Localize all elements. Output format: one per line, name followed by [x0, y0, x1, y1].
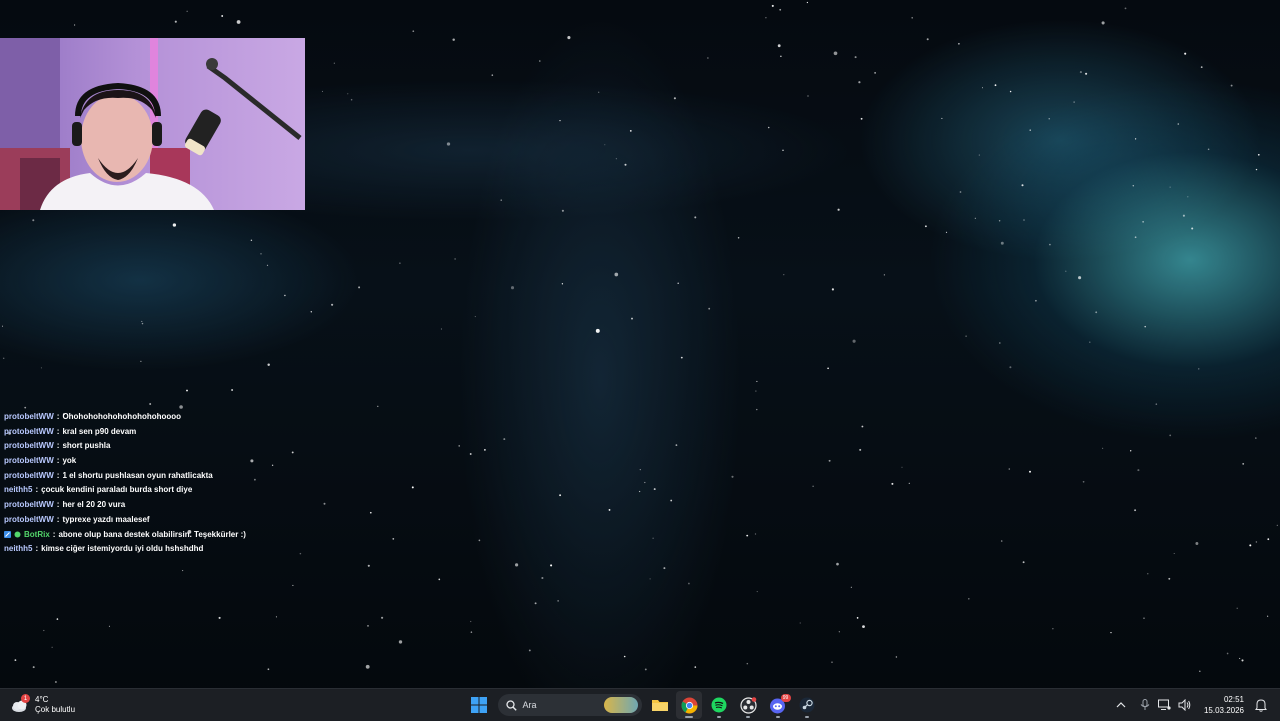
chat-message: neithh5 : çocuk kendini paraladı burda s… — [4, 483, 424, 498]
chat-separator: : — [35, 485, 39, 495]
system-tray: 02:51 15.03.2026 — [1110, 693, 1270, 717]
taskbar-search[interactable]: Ara — [497, 694, 642, 716]
microphone-button[interactable] — [1136, 693, 1154, 717]
obs-icon — [739, 696, 757, 714]
search-icon — [505, 699, 517, 711]
chat-separator: : — [52, 529, 56, 539]
microphone-icon — [1140, 699, 1150, 710]
chat-username: protobeltWW — [4, 514, 54, 524]
speaker-icon — [1178, 699, 1191, 711]
chat-username: protobeltWW — [4, 470, 54, 480]
network-monitor-icon — [1158, 699, 1172, 710]
network-button[interactable] — [1156, 693, 1174, 717]
chat-text: kral sen p90 devam — [62, 426, 137, 436]
start-button[interactable] — [466, 691, 492, 719]
weather-badge: 1 — [21, 694, 30, 703]
steam-icon — [799, 697, 815, 713]
chat-separator: : — [56, 514, 60, 524]
clock-date: 15.03.2026 — [1203, 706, 1244, 715]
chat-separator: : — [56, 456, 60, 466]
taskbar-discord[interactable]: 99 — [765, 691, 791, 719]
chat-text: abone olup bana destek olabilirsin. Teşe… — [58, 529, 246, 539]
webcam-overlay — [0, 38, 305, 210]
chat-separator: : — [56, 441, 60, 451]
chat-text: çocuk kendini paraladı burda short diye — [41, 485, 193, 495]
chat-text: 1 el shortu pushlasan oyun rahatlicakta — [62, 470, 213, 480]
weather-temp: 4°C — [35, 695, 49, 704]
taskbar-chrome[interactable] — [676, 691, 702, 719]
show-hidden-icons-button[interactable] — [1112, 693, 1130, 717]
chat-message: protobeltWW : her el 20 20 vura — [4, 498, 424, 513]
search-placeholder: Ara — [522, 700, 537, 710]
spotify-icon — [711, 697, 726, 713]
chat-username: protobeltWW — [4, 412, 54, 421]
chat-separator: : — [56, 470, 60, 480]
weather-widget[interactable]: 1 4°C Çok bulutlu — [10, 693, 75, 717]
chat-separator: : — [35, 544, 39, 554]
weather-condition: Çok bulutlu — [35, 705, 76, 714]
chat-message: protobeltWW : typrexe yazdı maalesef — [4, 513, 424, 528]
volume-button[interactable] — [1176, 693, 1194, 717]
chat-username: protobeltWW — [4, 426, 54, 436]
chat-message: protobeltWW : yok — [4, 454, 424, 469]
bot-badge-icon — [14, 531, 21, 538]
discord-badge: 99 — [780, 694, 791, 702]
chrome-icon — [681, 697, 697, 713]
chat-separator: : — [56, 500, 60, 510]
chat-text: Ohohohohohohohohohohoooo — [62, 412, 182, 421]
chat-message: protobeltWW : Ohohohohohohohohohohoooo — [4, 410, 424, 425]
chat-text: typrexe yazdı maalesef — [62, 514, 150, 524]
chat-message: neithh5 : kimse ciğer istemiyordu iyi ol… — [4, 542, 424, 557]
taskbar-file-explorer[interactable] — [647, 691, 673, 719]
cloud-icon: 1 — [10, 694, 30, 715]
chat-username: neithh5 — [4, 544, 33, 554]
chat-username: neithh5 — [4, 485, 33, 495]
stream-chat: protobeltWW : Ohohohohohohohohohohoooo p… — [4, 410, 424, 557]
chat-username: protobeltWW — [4, 500, 54, 510]
chat-text: her el 20 20 vura — [62, 500, 126, 510]
chevron-up-icon — [1116, 702, 1126, 708]
taskbar-spotify[interactable] — [706, 691, 732, 719]
chat-message: protobeltWW : 1 el shortu pushlasan oyun… — [4, 469, 424, 484]
chat-text: yok — [62, 456, 77, 466]
folder-icon — [651, 700, 668, 711]
clock[interactable]: 02:51 15.03.2026 — [1204, 694, 1244, 716]
chat-text: kimse ciğer istemiyordu iyi oldu hshshdh… — [41, 544, 204, 554]
chat-message: protobeltWW : short pushla — [4, 439, 424, 454]
taskbar: 1 4°C Çok bulutlu Ara 99 02:51 15.03.202… — [0, 688, 1280, 721]
taskbar-steam[interactable] — [794, 691, 820, 719]
windows-logo-icon — [471, 697, 487, 713]
chat-separator: : — [56, 426, 60, 436]
taskbar-obs[interactable] — [735, 691, 761, 719]
notifications-button[interactable] — [1252, 693, 1270, 717]
chat-username: protobeltWW — [4, 441, 54, 451]
clock-time: 02:51 — [1223, 695, 1244, 704]
chat-message-bot: BotRix : abone olup bana destek olabilir… — [4, 528, 424, 543]
chat-username: BotRix — [24, 529, 50, 539]
notification-bell-icon — [1255, 698, 1267, 712]
chat-message: protobeltWW : kral sen p90 devam — [4, 425, 424, 440]
chat-username: protobeltWW — [4, 456, 54, 466]
chat-separator: : — [56, 412, 60, 421]
chat-text: short pushla — [62, 441, 111, 451]
search-highlight-image — [603, 697, 638, 713]
moderator-badge-icon — [4, 531, 11, 539]
